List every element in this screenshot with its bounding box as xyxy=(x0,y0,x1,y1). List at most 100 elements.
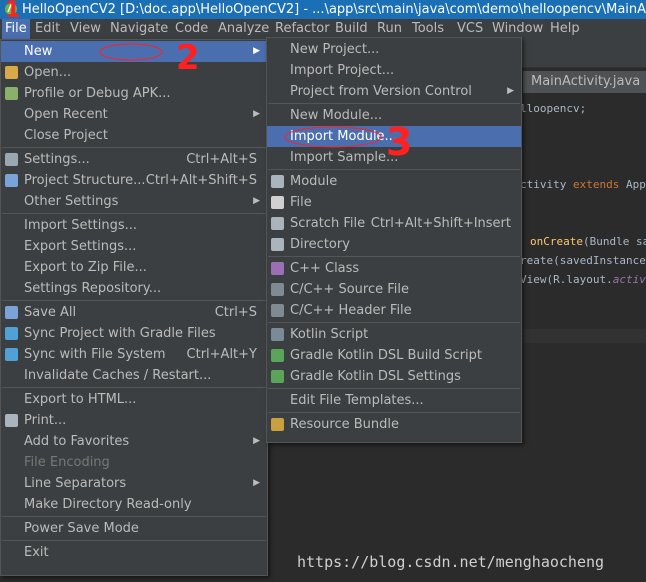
code-line-class: ctivity extends AppCo xyxy=(520,178,646,191)
file-menu-item-label: Save All xyxy=(24,305,77,320)
file-menu-item-other-settings[interactable]: Other Settings ▶ xyxy=(1,191,267,212)
annotation-ellipse-new xyxy=(99,43,163,61)
module-icon xyxy=(271,175,284,188)
new-submenu-item-new-project[interactable]: New Project... xyxy=(267,39,521,60)
tab-mainactivity[interactable]: MainActivity.java xyxy=(523,71,646,93)
new-submenu-item-kotlin-script[interactable]: Kotlin Script xyxy=(267,324,521,345)
file-menu-item-print[interactable]: Print... xyxy=(1,410,267,431)
shortcut-label: Ctrl+Alt+S xyxy=(186,152,257,167)
new-submenu-item-directory[interactable]: Directory xyxy=(267,234,521,255)
file-menu-item-label: Open Recent xyxy=(24,107,108,122)
file-menu-item-label: Settings Repository... xyxy=(24,281,162,296)
file-menu-item-label: Invalidate Caches / Restart... xyxy=(24,368,212,383)
file-menu-item-label: New xyxy=(24,44,53,59)
annotation-ellipse-import-module xyxy=(284,126,382,148)
file-menu-item-invalidate-caches-restart[interactable]: Invalidate Caches / Restart... xyxy=(1,365,267,386)
menu-run[interactable]: Run xyxy=(377,19,402,39)
file-menu-item-profile-or-debug-apk[interactable]: Profile or Debug APK... xyxy=(1,83,267,104)
directory-icon xyxy=(271,238,284,251)
file-menu-item-export-settings[interactable]: Export Settings... xyxy=(1,236,267,257)
new-submenu-item-c-class[interactable]: C++ Class xyxy=(267,258,521,279)
file-menu-item-label: Close Project xyxy=(24,128,109,143)
new-submenu-item-label: C++ Class xyxy=(290,261,360,276)
new-submenu-item-label: Gradle Kotlin DSL Settings xyxy=(290,369,461,384)
file-menu-item-label: Make Directory Read-only xyxy=(24,497,192,512)
new-submenu-item-label: Import Sample... xyxy=(290,150,399,165)
menu-vcs[interactable]: VCS xyxy=(457,19,483,39)
new-submenu-item-label: File xyxy=(290,195,312,210)
new-submenu-item-gradle-kotlin-dsl-settings[interactable]: Gradle Kotlin DSL Settings xyxy=(267,366,521,387)
project-structure-icon xyxy=(5,174,18,187)
cpp-class-icon xyxy=(271,262,284,275)
shortcut-label: Ctrl+Alt+Shift+Insert xyxy=(370,216,511,231)
menu-view[interactable]: View xyxy=(70,19,101,39)
new-submenu-item-module[interactable]: Module xyxy=(267,171,521,192)
file-menu-item-export-to-zip-file[interactable]: Export to Zip File... xyxy=(1,257,267,278)
file-menu-item-sync-with-file-system[interactable]: Sync with File System Ctrl+Alt+Y xyxy=(1,344,267,365)
gradle-sync-icon xyxy=(5,327,18,340)
new-submenu-item-label: C/C++ Header File xyxy=(290,303,412,318)
shortcut-label: Ctrl+Alt+Y xyxy=(186,347,257,362)
file-menu-item-exit[interactable]: Exit xyxy=(1,542,267,563)
new-submenu-separator xyxy=(268,412,520,413)
new-submenu-item-scratch-file[interactable]: Scratch File Ctrl+Alt+Shift+Insert xyxy=(267,213,521,234)
file-menu-separator xyxy=(2,300,266,301)
new-submenu-item-resource-bundle[interactable]: Resource Bundle xyxy=(267,414,521,435)
code-line-oncreate: onCreate(Bundle save xyxy=(530,235,646,248)
file-menu: New ▶ Open... Profile or Debug APK... Open R… xyxy=(0,39,268,576)
menu-window[interactable]: Window xyxy=(492,19,543,39)
file-menu-item-settings[interactable]: Settings... Ctrl+Alt+S xyxy=(1,149,267,170)
file-menu-item-line-separators[interactable]: Line Separators ▶ xyxy=(1,473,267,494)
menu-navigate[interactable]: Navigate xyxy=(110,19,168,39)
file-icon xyxy=(271,196,284,209)
new-submenu-item-c-c-header-file[interactable]: C/C++ Header File xyxy=(267,300,521,321)
menu-edit[interactable]: Edit xyxy=(35,19,60,39)
file-menu-item-open-recent[interactable]: Open Recent ▶ xyxy=(1,104,267,125)
file-menu-separator xyxy=(2,213,266,214)
new-submenu-item-gradle-kotlin-dsl-build-script[interactable]: Gradle Kotlin DSL Build Script xyxy=(267,345,521,366)
file-menu-item-power-save-mode[interactable]: Power Save Mode xyxy=(1,518,267,539)
menu-analyze[interactable]: Analyze xyxy=(218,19,269,39)
menu-code[interactable]: Code xyxy=(175,19,208,39)
new-submenu-item-label: Import Project... xyxy=(290,63,395,78)
submenu-arrow-icon: ▶ xyxy=(253,109,260,119)
new-submenu: New Project... Import Project... Project f… xyxy=(266,37,522,443)
scratch-file-icon xyxy=(271,217,284,230)
new-submenu-item-label: New Module... xyxy=(290,108,383,123)
file-menu-item-label: File Encoding xyxy=(24,455,110,470)
menu-tools[interactable]: Tools xyxy=(412,19,444,39)
file-menu-separator xyxy=(2,147,266,148)
file-menu-item-make-directory-read-only[interactable]: Make Directory Read-only xyxy=(1,494,267,515)
file-menu-item-open[interactable]: Open... xyxy=(1,62,267,83)
file-menu-item-import-settings[interactable]: Import Settings... xyxy=(1,215,267,236)
file-menu-item-add-to-favorites[interactable]: Add to Favorites ▶ xyxy=(1,431,267,452)
new-submenu-item-project-from-version-control[interactable]: Project from Version Control ▶ xyxy=(267,81,521,102)
new-submenu-item-edit-file-templates[interactable]: Edit File Templates... xyxy=(267,390,521,411)
file-menu-item-close-project[interactable]: Close Project xyxy=(1,125,267,146)
menu-refactor[interactable]: Refactor xyxy=(275,19,330,39)
new-submenu-separator xyxy=(268,256,520,257)
sync-icon xyxy=(5,348,18,361)
watermark: https://blog.csdn.net/menghaocheng xyxy=(297,553,605,571)
new-submenu-item-c-c-source-file[interactable]: C/C++ Source File xyxy=(267,279,521,300)
file-menu-item-export-to-html[interactable]: Export to HTML... xyxy=(1,389,267,410)
file-menu-item-label: Print... xyxy=(24,413,67,428)
window-title: HelloOpenCV2 [D:\doc.app\HelloOpenCV2] -… xyxy=(22,2,646,17)
new-submenu-item-label: C/C++ Source File xyxy=(290,282,409,297)
file-menu-item-settings-repository[interactable]: Settings Repository... xyxy=(1,278,267,299)
file-menu-item-save-all[interactable]: Save All Ctrl+S xyxy=(1,302,267,323)
menu-build[interactable]: Build xyxy=(335,19,368,39)
shortcut-label: Ctrl+S xyxy=(214,305,257,320)
new-submenu-item-import-project[interactable]: Import Project... xyxy=(267,60,521,81)
new-submenu-separator xyxy=(268,322,520,323)
new-submenu-item-label: Project from Version Control xyxy=(290,84,472,99)
cpp-source-icon xyxy=(271,283,284,296)
file-menu-item-label: Exit xyxy=(24,545,49,560)
new-submenu-item-file[interactable]: File xyxy=(267,192,521,213)
submenu-arrow-icon: ▶ xyxy=(253,436,260,446)
new-submenu-item-label: Resource Bundle xyxy=(290,417,400,432)
file-menu-item-sync-project-with-gradle-files[interactable]: Sync Project with Gradle Files xyxy=(1,323,267,344)
file-menu-item-label: Sync Project with Gradle Files xyxy=(24,326,216,341)
menu-help[interactable]: Help xyxy=(550,19,580,39)
file-menu-item-project-structure[interactable]: Project Structure... Ctrl+Alt+Shift+S xyxy=(1,170,267,191)
